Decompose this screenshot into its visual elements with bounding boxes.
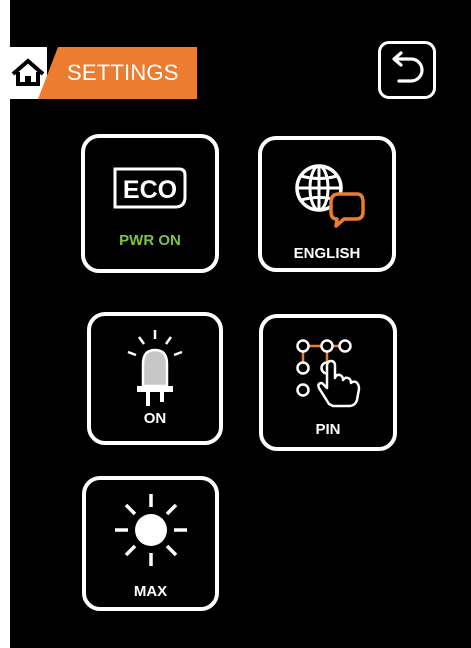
pin-tile[interactable]: PIN <box>259 314 397 451</box>
eco-icon-text: ECO <box>123 176 177 204</box>
eco-tile[interactable]: ECO PWR ON <box>81 134 219 273</box>
pattern-lock-hand-icon <box>296 339 361 408</box>
brightness-tile[interactable]: MAX <box>82 476 219 611</box>
lamp-icon <box>127 330 183 406</box>
language-tile[interactable]: ENGLISH <box>258 136 396 272</box>
sun-icon <box>115 494 187 566</box>
header-bar: SETTINGS <box>10 47 197 99</box>
eco-status-label: PWR ON <box>119 232 181 249</box>
back-button[interactable] <box>378 41 436 99</box>
language-label: ENGLISH <box>293 245 361 262</box>
back-arrow-icon <box>392 51 424 83</box>
brightness-label: MAX <box>133 583 168 600</box>
pin-label: PIN <box>315 421 341 438</box>
globe-chat-icon <box>295 164 365 228</box>
light-status-label: ON <box>143 410 167 427</box>
light-tile[interactable]: ON <box>87 312 223 445</box>
page-title: SETTINGS <box>67 60 179 85</box>
eco-icon: ECO <box>113 167 187 209</box>
